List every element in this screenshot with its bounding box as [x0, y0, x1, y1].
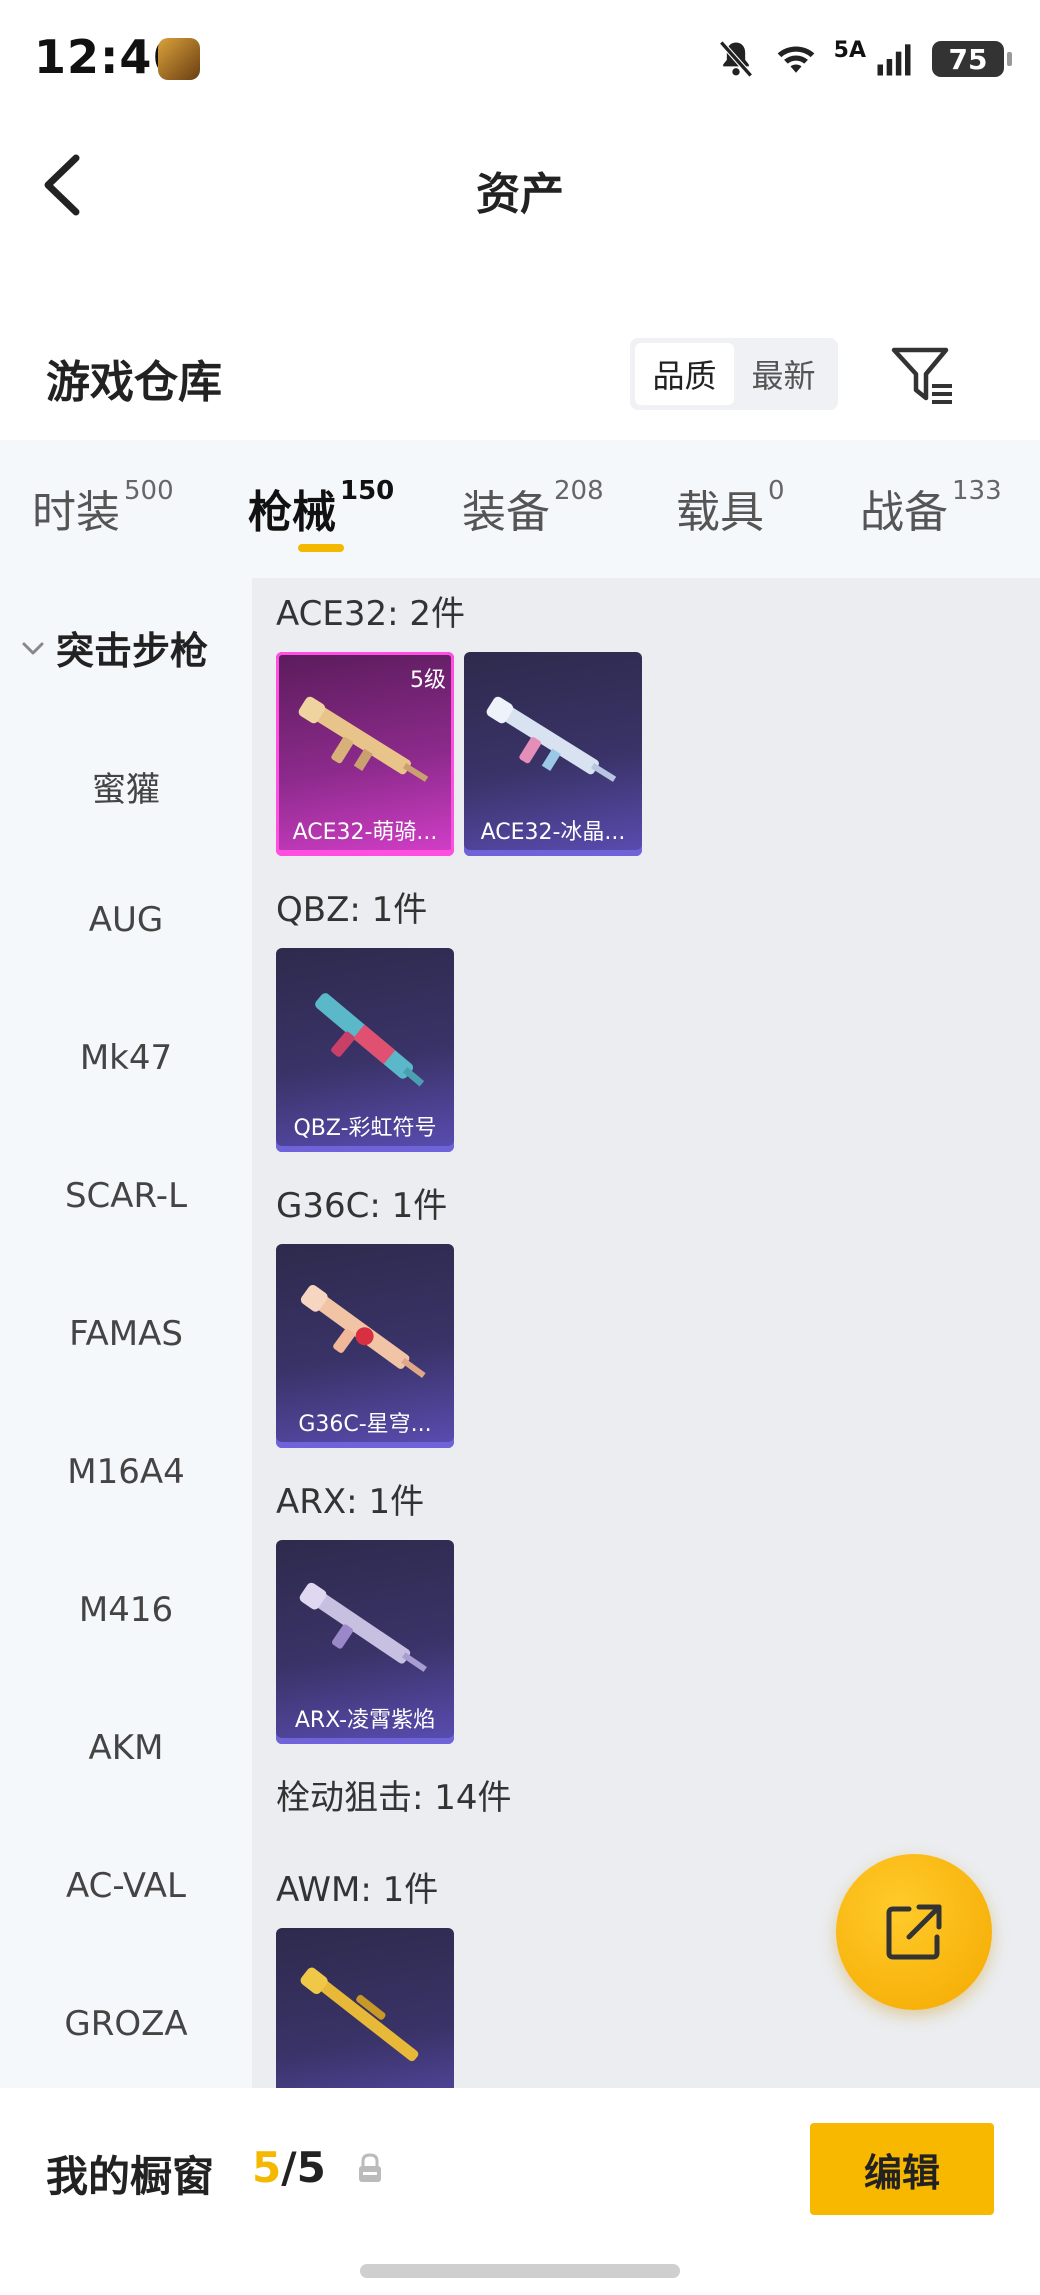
weapon-card-arx-1[interactable]: ARX-凌霄紫焰 [276, 1540, 454, 1744]
group-label-awm: AWM: 1件 [276, 1870, 439, 1910]
group-label-ace32: ACE32: 2件 [276, 594, 466, 634]
weapon-card-g36c-1[interactable]: G36C-星穹... [276, 1244, 454, 1448]
weapon-name: ACE32-冰晶... [480, 820, 626, 845]
tab-label: 时装 [32, 487, 120, 538]
lock-icon [359, 2153, 381, 2182]
rifle-icon [299, 1582, 427, 1672]
group-label-qbz: QBZ: 1件 [276, 890, 428, 930]
section-title: 游戏仓库 [46, 357, 222, 408]
rifle-icon [298, 696, 429, 782]
weapon-card-ace32-2[interactable]: ACE32-冰晶... [464, 652, 642, 856]
sidebar-item[interactable]: AKM [0, 1728, 252, 1768]
battery-icon: 75 [932, 41, 1012, 77]
weapon-name: ACE32-萌骑... [292, 820, 438, 845]
tab-count: 500 [124, 476, 174, 506]
tab-label: 枪械 [248, 487, 336, 538]
status-icons: 5A 75 [714, 36, 1012, 82]
weapon-name: QBZ-彩虹符号 [293, 1116, 437, 1141]
group-label-arx: ARX: 1件 [276, 1482, 425, 1522]
tab-count: 208 [554, 476, 604, 506]
edit-button[interactable]: 编辑 [810, 2123, 994, 2215]
weapon-card-ace32-1[interactable]: 5级 ACE32-萌骑... [276, 652, 454, 856]
weapon-type-sidebar: 突击步枪 蜜獾 AUG Mk47 SCAR-L FAMAS M16A4 M416… [0, 578, 252, 2088]
sidebar-item[interactable]: GROZA [0, 2004, 252, 2044]
app-icon [158, 38, 200, 80]
showcase-label: 我的橱窗 [46, 2152, 215, 2201]
sidebar-item[interactable]: FAMAS [0, 1314, 252, 1354]
tab-equipment[interactable]: 装备 208 [462, 476, 604, 540]
weapon-card-awm-1[interactable] [276, 1928, 454, 2088]
sidebar-item[interactable]: AUG [0, 900, 252, 940]
tab-label: 战备 [860, 487, 948, 538]
weapon-name: G36C-星穹... [298, 1412, 432, 1437]
active-tab-indicator [298, 544, 344, 552]
category-tabs: 时装 500 枪械 150 装备 208 载具 0 战备 133 [0, 440, 1040, 578]
home-indicator[interactable] [360, 2264, 680, 2278]
sort-newest-button[interactable]: 最新 [734, 343, 833, 405]
mute-icon [718, 40, 753, 78]
tab-count: 150 [340, 476, 395, 506]
tab-count: 133 [952, 476, 1002, 506]
tab-guns[interactable]: 枪械 150 [248, 476, 394, 540]
sidebar-item[interactable]: Mk47 [0, 1038, 252, 1078]
sidebar-item[interactable]: AC-VAL [0, 1866, 252, 1906]
showcase-current: 5 [252, 2143, 282, 2192]
rifle-icon [486, 696, 617, 782]
sidebar-group-assault-rifles[interactable]: 突击步枪 [18, 620, 208, 675]
sort-quality-button[interactable]: 品质 [635, 343, 734, 405]
group-label-bolt-sniper: 栓动狙击: 14件 [276, 1778, 512, 1818]
showcase-bar: 我的橱窗 5/5 编辑 [0, 2088, 1040, 2295]
tab-vehicles[interactable]: 载具 0 [676, 476, 785, 540]
tab-label: 载具 [676, 487, 764, 538]
sidebar-group-label: 突击步枪 [56, 629, 209, 673]
chevron-down-icon [22, 642, 44, 654]
showcase-count: 5/5 [252, 2143, 326, 2192]
sort-toggle: 品质 最新 [630, 338, 838, 410]
share-button[interactable] [836, 1854, 992, 2010]
tab-supplies[interactable]: 战备 133 [860, 476, 1002, 540]
rifle-icon [315, 993, 425, 1087]
weapon-name: ARX-凌霄紫焰 [294, 1708, 436, 1733]
sniper-rifle-icon [300, 1967, 419, 2062]
battery-level: 75 [948, 42, 988, 76]
tab-count: 0 [768, 476, 785, 506]
status-bar: 12:46 5A 75 [0, 0, 1040, 120]
nav-bar: 资产 [0, 120, 1040, 250]
sidebar-item[interactable]: 蜜獾 [0, 762, 252, 811]
wifi-icon [777, 46, 814, 73]
showcase-total: 5 [296, 2143, 326, 2192]
page-title: 资产 [476, 169, 564, 220]
tab-fashion[interactable]: 时装 500 [32, 476, 174, 540]
signal-icon [877, 44, 911, 76]
warehouse-header: 游戏仓库 品质 最新 [0, 310, 1040, 440]
sidebar-item[interactable]: SCAR-L [0, 1176, 252, 1216]
filter-icon[interactable] [888, 340, 958, 410]
sidebar-item[interactable]: M16A4 [0, 1452, 252, 1492]
weapon-card-qbz-1[interactable]: QBZ-彩虹符号 [276, 948, 454, 1152]
share-external-icon [886, 1904, 942, 1960]
sidebar-item[interactable]: M416 [0, 1590, 252, 1630]
tab-label: 装备 [462, 487, 550, 538]
group-label-g36c: G36C: 1件 [276, 1186, 448, 1226]
rifle-icon [300, 1284, 426, 1378]
showcase-sep: / [281, 2143, 297, 2192]
network-type: 5A [833, 37, 866, 63]
